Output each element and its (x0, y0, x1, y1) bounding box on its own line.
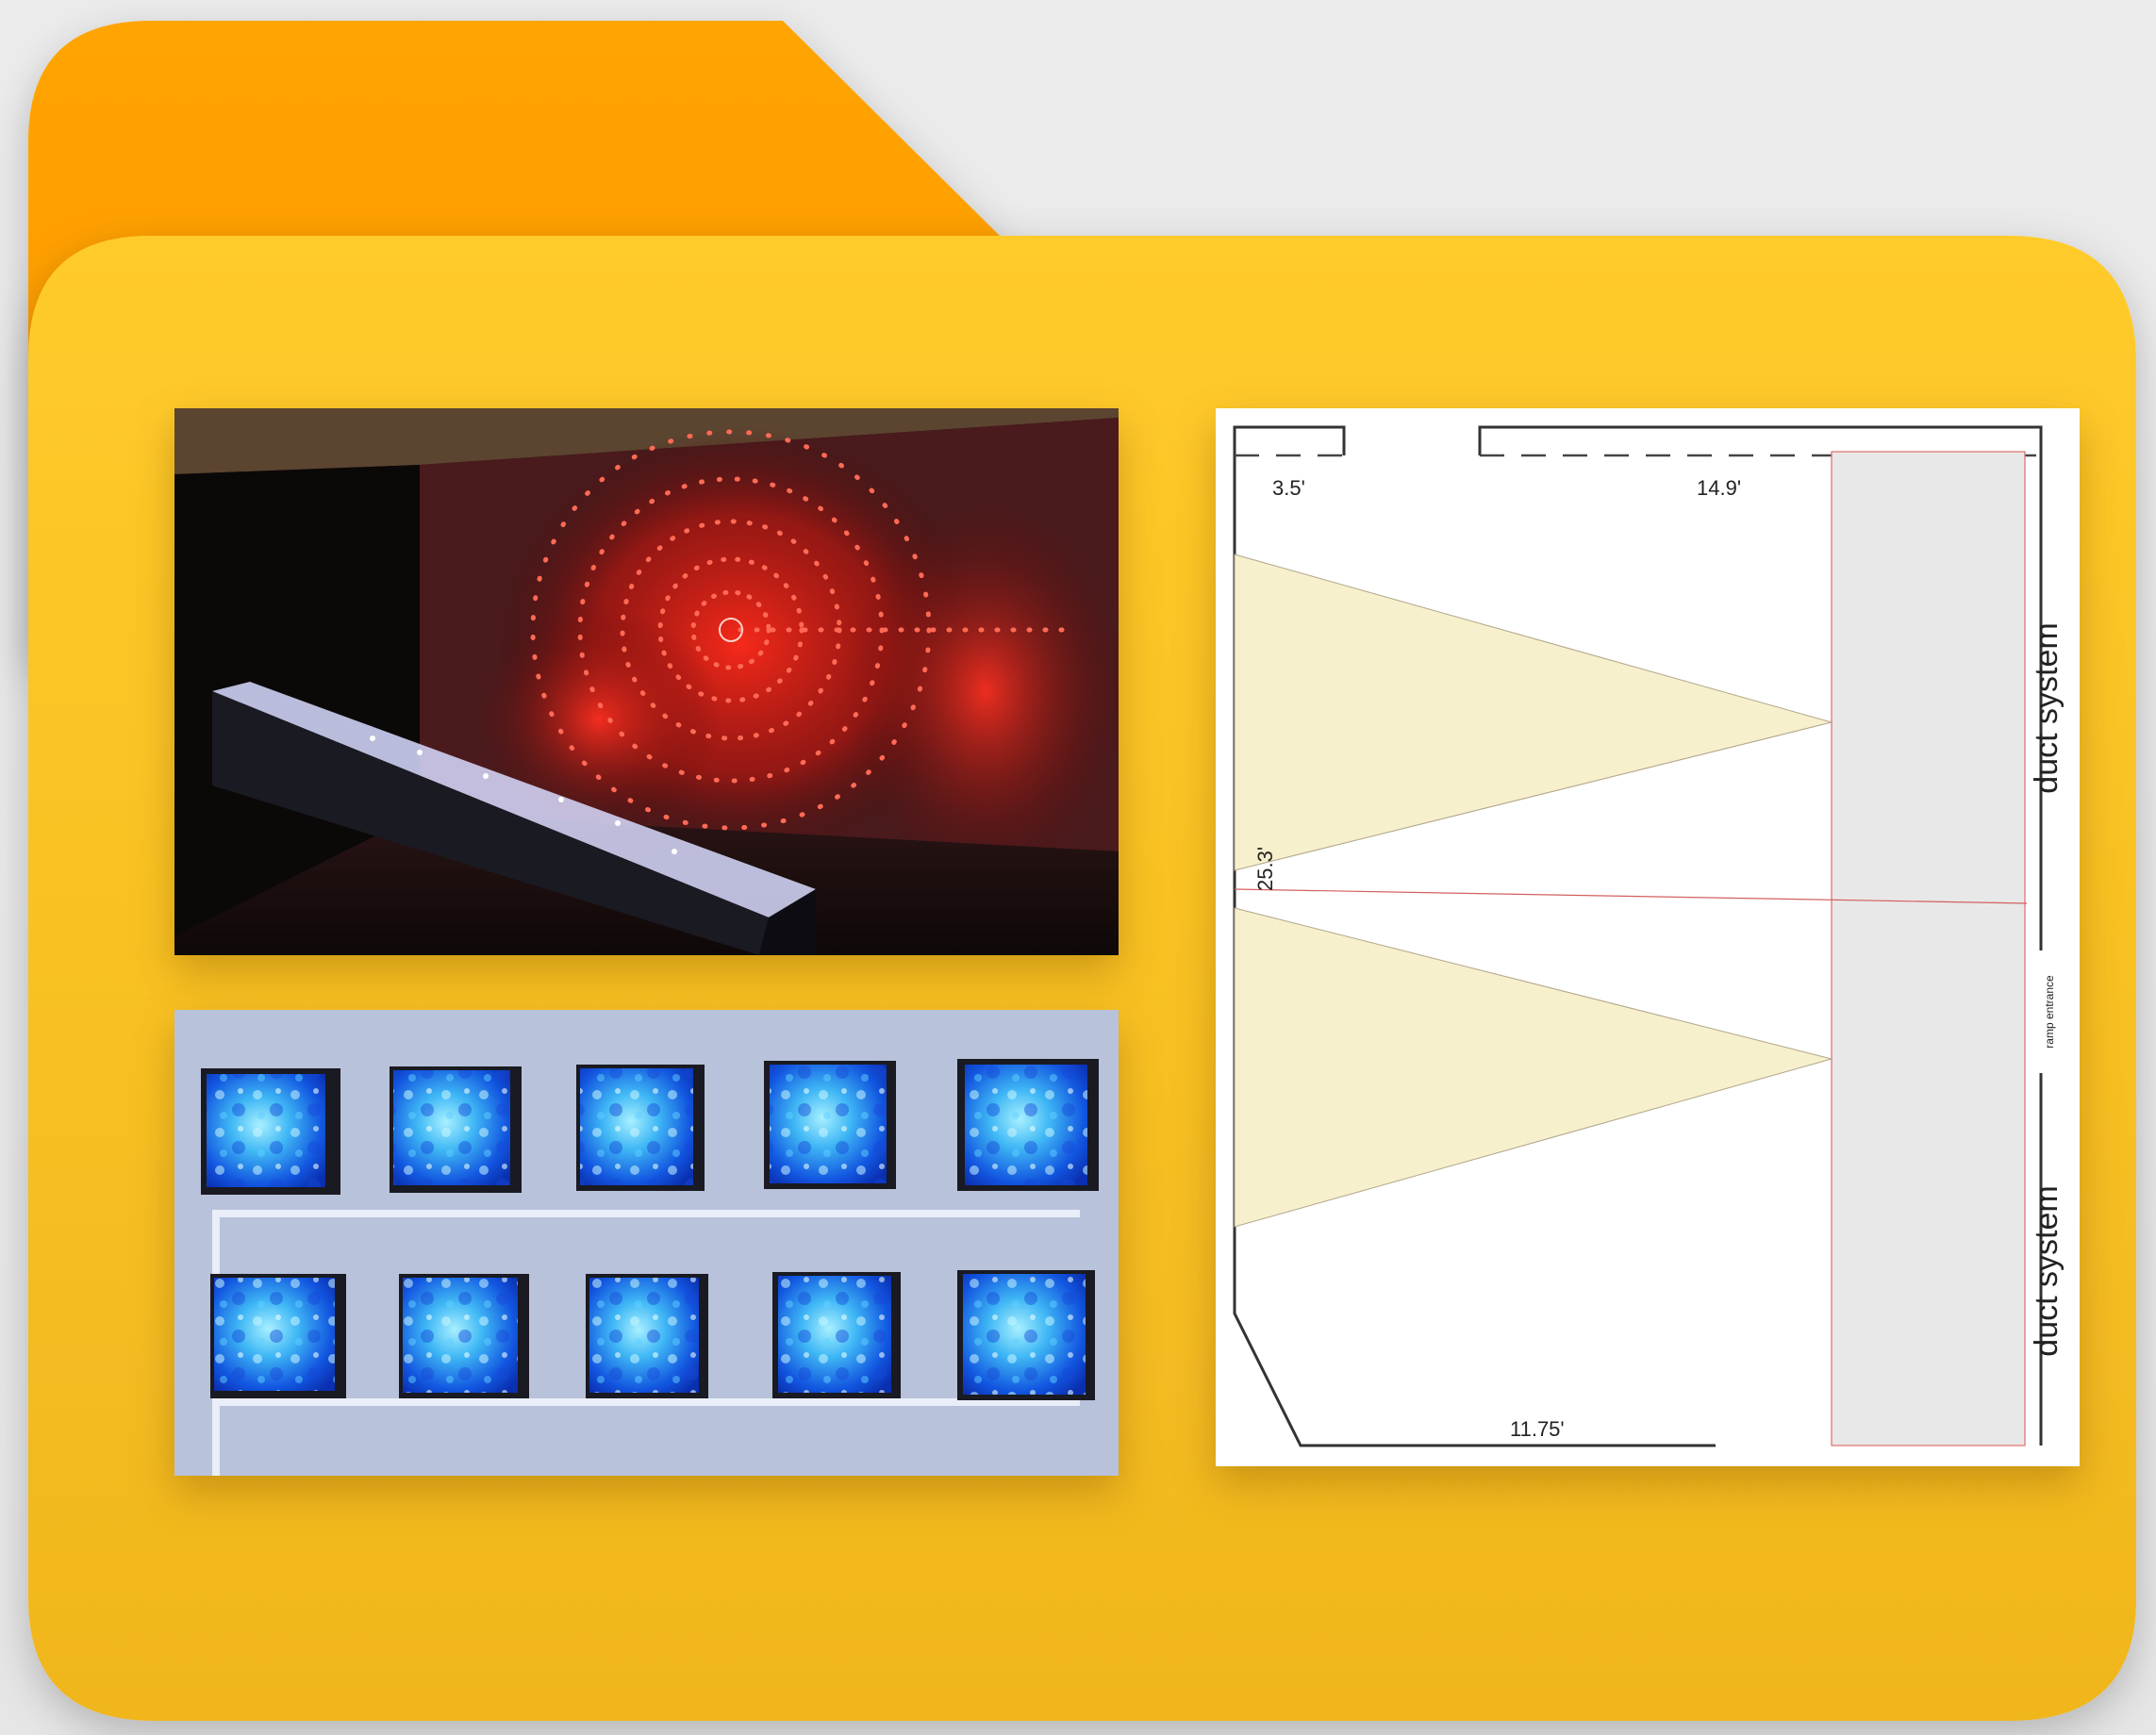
floor-plan-diagram: 3.5' 14.9' 25.3' 11.75' duct system duct… (1216, 408, 2080, 1466)
installation-photo-red (174, 408, 1119, 955)
dim-vertical: 25.3' (1253, 847, 1277, 891)
duct-system-label-upper: duct system (2029, 622, 2065, 793)
dim-bottom: 11.75' (1510, 1417, 1565, 1441)
lightbox-row-top (201, 1059, 1099, 1195)
lightbox-row-bottom (210, 1270, 1095, 1400)
ramp-entrance-label: ramp entrance (2043, 975, 2056, 1049)
duct-system-label-lower: duct system (2029, 1185, 2065, 1356)
lightbox-grid-photo (174, 1010, 1119, 1476)
dim-top-left: 3.5' (1272, 476, 1305, 500)
dim-top-right: 14.9' (1697, 476, 1741, 500)
